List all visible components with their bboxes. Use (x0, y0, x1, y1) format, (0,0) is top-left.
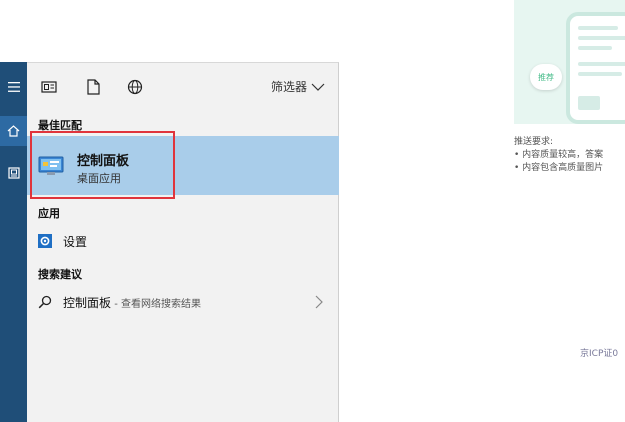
annotation-highlight-box (30, 131, 175, 199)
globe-icon (127, 79, 143, 95)
recommend-badge: 推荐 (530, 64, 562, 90)
apps-heading: 应用 (38, 207, 60, 220)
suggestion-hint: - 查看网络搜索结果 (111, 298, 201, 310)
filter-dropdown[interactable]: 筛选器 (271, 78, 325, 95)
chevron-down-icon (311, 83, 325, 91)
scope-web-button[interactable] (125, 77, 145, 97)
documents-button[interactable] (0, 158, 27, 188)
chevron-right-icon[interactable] (315, 295, 323, 309)
scope-toolbar: 筛选器 (27, 63, 339, 111)
settings-gear-icon (38, 234, 52, 248)
push-requirements: 推送要求: • 内容质量较高，答案 • 内容包含高质量图片 (514, 136, 603, 175)
scope-apps-button[interactable] (39, 77, 59, 97)
icp-license-link[interactable]: 京ICP证0 (580, 346, 618, 359)
hamburger-menu-button[interactable] (0, 72, 27, 102)
search-icon (38, 295, 52, 309)
start-menu-panel: 筛选器 最佳匹配 控制面板 桌面应用 应用 设置 搜索建议 控制面板 - 查看网… (27, 62, 339, 422)
id-card-icon (7, 167, 20, 179)
suggestion-item-control-panel[interactable]: 控制面板 - 查看网络搜索结果 (27, 288, 339, 316)
scope-documents-button[interactable] (83, 77, 103, 97)
requirements-title: 推送要求: (514, 137, 554, 147)
filter-label: 筛选器 (270, 80, 307, 94)
suggestion-text: 控制面板 - 查看网络搜索结果 (63, 294, 201, 311)
document-grid-icon (41, 81, 57, 93)
app-item-settings[interactable]: 设置 (27, 227, 339, 255)
requirement-item: • 内容质量较高，答案 (514, 150, 604, 160)
suggestion-label: 控制面板 (63, 295, 112, 310)
phone-mockup (566, 12, 625, 124)
home-icon (7, 125, 20, 137)
file-icon (86, 79, 100, 95)
hamburger-icon (7, 82, 20, 92)
requirement-item: • 内容包含高质量图片 (514, 163, 604, 173)
home-button[interactable] (0, 116, 27, 146)
phone-illustration: 推荐 (514, 0, 625, 124)
start-rail (0, 62, 27, 422)
app-item-label: 设置 (63, 234, 88, 249)
search-suggestions-heading: 搜索建议 (38, 268, 82, 281)
